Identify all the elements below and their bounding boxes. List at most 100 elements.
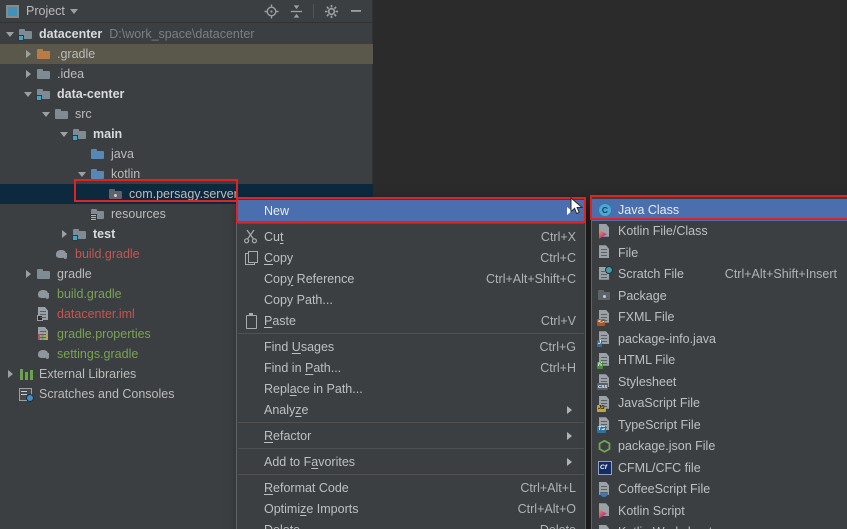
chevron-down-icon[interactable] — [58, 124, 72, 144]
chevron-spacer — [76, 204, 90, 224]
menu-item-shortcut: Ctrl+Alt+L — [520, 481, 576, 495]
submenu-item-coffeescript-file[interactable]: CoffeeScript File — [592, 479, 847, 501]
chevron-right-icon[interactable] — [22, 264, 36, 284]
submenu-item-label: CoffeeScript File — [618, 482, 710, 496]
coffeescript-file-badge — [600, 492, 608, 497]
menu-separator — [238, 223, 584, 224]
menu-item-delete[interactable]: Delete...Delete — [237, 519, 585, 529]
tree-item-path: D:\work_space\datacenter — [109, 27, 254, 41]
new-submenu: Java ClassKotlin File/ClassFileScratch F… — [591, 196, 847, 529]
chevron-right-icon[interactable] — [4, 364, 18, 384]
menu-item-copy-path[interactable]: Copy Path... — [237, 289, 585, 310]
chevron-spacer — [40, 244, 54, 264]
paste-icon — [243, 313, 259, 328]
chevron-down-icon[interactable] — [70, 9, 78, 18]
submenu-item-file[interactable]: File — [592, 242, 847, 264]
menu-item-copy[interactable]: CopyCtrl+C — [237, 247, 585, 268]
tree-item-main[interactable]: main — [0, 124, 373, 144]
menu-item-label: Copy Reference — [264, 272, 354, 286]
tree-item-label: build.gradle — [57, 287, 122, 301]
folder-blue-icon — [90, 146, 107, 162]
chevron-down-icon[interactable] — [76, 164, 90, 184]
submenu-item-label: Scratch File — [618, 267, 684, 281]
tree-item-idea[interactable]: .idea — [0, 64, 373, 84]
submenu-item-kotlin-script[interactable]: Kotlin Script — [592, 500, 847, 522]
package-info-java-badge — [597, 340, 602, 347]
menu-item-analyze[interactable]: Analyze — [237, 399, 585, 420]
menu-item-paste[interactable]: PasteCtrl+V — [237, 310, 585, 331]
menu-item-copy-reference[interactable]: Copy Reference Ctrl+Alt+Shift+C — [237, 268, 585, 289]
submenu-item-label: Package — [618, 289, 667, 303]
settings-gear-icon[interactable] — [321, 2, 341, 21]
submenu-item-stylesheet[interactable]: Stylesheet — [592, 371, 847, 393]
locate-icon[interactable] — [261, 2, 281, 21]
tree-item-src[interactable]: src — [0, 104, 373, 124]
submenu-item-kotlin-file-class[interactable]: Kotlin File/Class — [592, 221, 847, 243]
tree-item-kotlin[interactable]: kotlin — [0, 164, 373, 184]
menu-item-shortcut: Ctrl+Alt+Shift+C — [486, 272, 576, 286]
submenu-item-javascript-file[interactable]: JavaScript File — [592, 393, 847, 415]
tree-item-label: gradle — [57, 267, 92, 281]
chevron-down-icon[interactable] — [4, 24, 18, 44]
submenu-item-html-file[interactable]: HTML File — [592, 350, 847, 372]
tree-item-gradle[interactable]: .gradle — [0, 44, 373, 64]
folder-orange-icon — [36, 46, 53, 62]
fxml-file-icon — [597, 310, 613, 325]
javascript-file-badge — [597, 405, 606, 412]
menu-item-replace-in-path[interactable]: Replace in Path... — [237, 378, 585, 399]
context-menu: New CutCtrl+XCopyCtrl+C Copy Reference Ctrl… — [236, 197, 586, 529]
collapse-all-icon[interactable] — [286, 2, 306, 21]
gradle-file-icon — [36, 286, 53, 302]
chevron-right-icon[interactable] — [58, 224, 72, 244]
submenu-item-package-info-java[interactable]: package-info.java — [592, 328, 847, 350]
submenu-item-scratch-file[interactable]: Scratch File Ctrl+Alt+Shift+Insert — [592, 264, 847, 286]
chevron-down-icon[interactable] — [40, 104, 54, 124]
hide-panel-icon[interactable] — [346, 2, 366, 21]
submenu-item-label: JavaScript File — [618, 396, 700, 410]
stylesheet-icon — [597, 374, 613, 389]
menu-item-refactor[interactable]: Refactor — [237, 425, 585, 446]
menu-item-shortcut: Delete — [540, 523, 576, 529]
menu-separator — [238, 474, 584, 475]
submenu-item-fxml-file[interactable]: FXML File — [592, 307, 847, 329]
submenu-arrow-icon — [567, 406, 576, 414]
submenu-item-label: package.json File — [618, 439, 715, 453]
chevron-spacer — [4, 384, 18, 404]
menu-item-shortcut: Ctrl+X — [541, 230, 576, 244]
submenu-item-cfml-cfc-file[interactable]: CFML/CFC file — [592, 457, 847, 479]
resources-folder-icon — [90, 206, 107, 222]
tree-item-label: data-center — [57, 87, 124, 101]
tree-item-data-center[interactable]: data-center — [0, 84, 373, 104]
chevron-down-icon[interactable] — [22, 84, 36, 104]
menu-item-add-to-favorites[interactable]: Add to Favorites — [237, 451, 585, 472]
chevron-right-icon[interactable] — [22, 64, 36, 84]
submenu-arrow-icon — [567, 458, 576, 466]
tree-item-label: settings.gradle — [57, 347, 138, 361]
submenu-item-typescript-file[interactable]: TypeScript File — [592, 414, 847, 436]
tree-item-label: main — [93, 127, 122, 141]
chevron-right-icon[interactable] — [22, 44, 36, 64]
menu-item-optimize-imports[interactable]: Optimize ImportsCtrl+Alt+O — [237, 498, 585, 519]
submenu-item-package[interactable]: Package — [592, 285, 847, 307]
submenu-item-label: package-info.java — [618, 332, 716, 346]
menu-item-find-usages[interactable]: Find UsagesCtrl+G — [237, 336, 585, 357]
tree-item-datacenter[interactable]: datacenterD:\work_space\datacenter — [0, 24, 373, 44]
folder-icon — [54, 106, 71, 122]
menu-item-new[interactable]: New — [237, 200, 585, 221]
menu-item-find-in-path[interactable]: Find in Path...Ctrl+H — [237, 357, 585, 378]
menu-item-reformat-code[interactable]: Reformat CodeCtrl+Alt+L — [237, 477, 585, 498]
tree-item-java[interactable]: java — [0, 144, 373, 164]
submenu-item-shortcut: Ctrl+Alt+Shift+Insert — [725, 267, 837, 281]
submenu-item-label: FXML File — [618, 310, 675, 324]
package-folder-icon — [108, 186, 125, 202]
menu-item-shortcut: Ctrl+H — [540, 361, 576, 375]
tool-window-title[interactable]: Project — [26, 4, 65, 18]
submenu-item-package-json-file[interactable]: package.json File — [592, 436, 847, 458]
package-badge — [603, 295, 606, 298]
tree-item-label: java — [111, 147, 134, 161]
menu-item-label: Refactor — [264, 429, 311, 443]
submenu-item-java-class[interactable]: Java Class — [592, 199, 847, 221]
menu-item-cut[interactable]: CutCtrl+X — [237, 226, 585, 247]
tree-item-label: src — [75, 107, 92, 121]
submenu-item-kotlin-worksheet[interactable]: Kotlin Worksheet — [592, 522, 847, 529]
